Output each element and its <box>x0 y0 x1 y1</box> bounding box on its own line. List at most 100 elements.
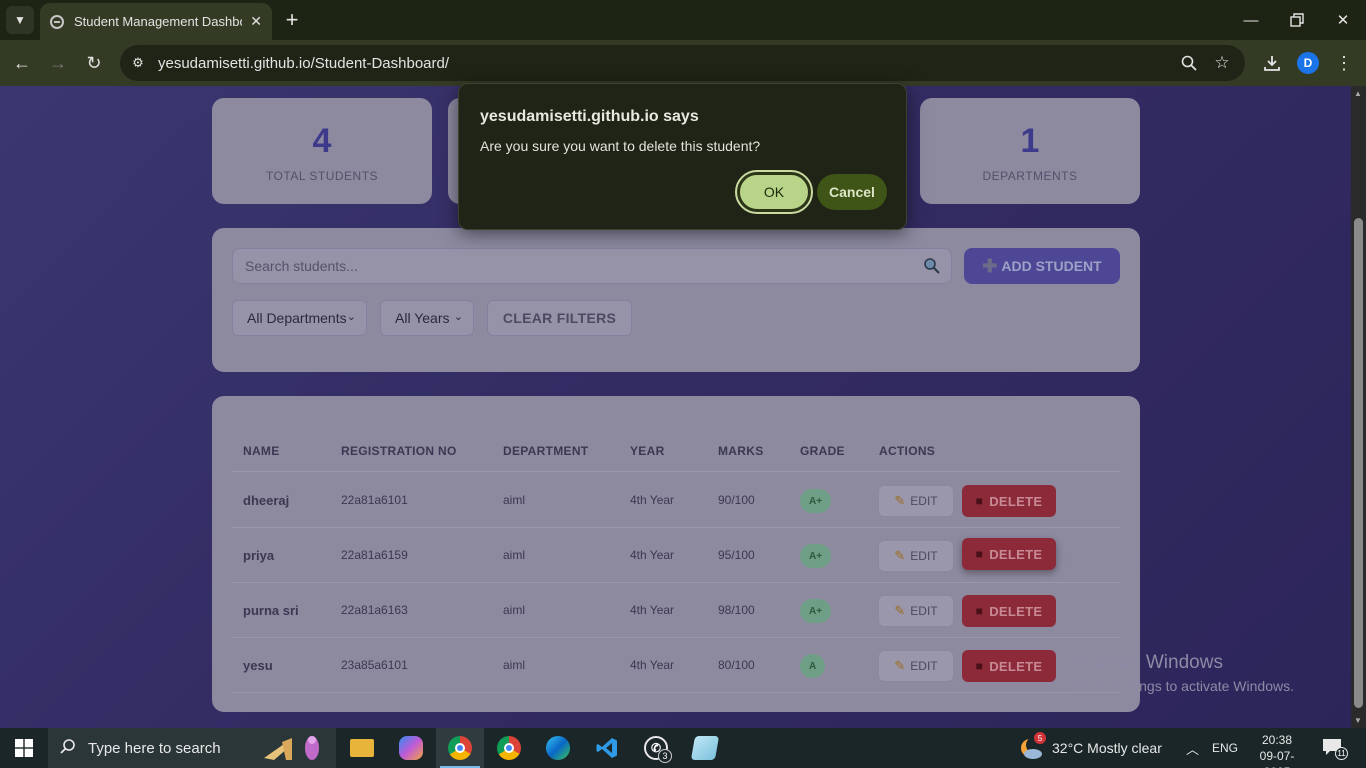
delete-button[interactable]: ■ DELETE <box>962 538 1056 570</box>
search-input[interactable] <box>245 249 905 283</box>
student-name: priya <box>243 548 275 563</box>
marks: 95/100 <box>718 548 755 562</box>
delete-button[interactable]: ■ DELETE <box>962 650 1056 682</box>
column-header: REGISTRATION NO <box>341 444 457 458</box>
year-select[interactable]: All Years ⌄ <box>380 300 474 336</box>
taskbar-vscode[interactable] <box>583 728 631 768</box>
edit-button[interactable]: ✎ EDIT <box>878 485 954 517</box>
delete-button[interactable]: ■ DELETE <box>962 485 1056 517</box>
stat-label: TOTAL STUDENTS <box>265 169 379 183</box>
taskbar-notepad[interactable] <box>681 728 729 768</box>
minimize-button[interactable]: — <box>1236 6 1266 34</box>
department-select[interactable]: All Departments ⌄ <box>232 300 367 336</box>
notification-center[interactable]: 11 <box>1322 738 1348 760</box>
pencil-icon: ✎ <box>894 493 906 508</box>
scroll-up-icon[interactable]: ▲ <box>1354 89 1362 98</box>
taskbar-search-placeholder: Type here to search <box>88 739 221 757</box>
delete-label: DELETE <box>989 546 1043 562</box>
address-bar[interactable]: ⚙ yesudamisetti.github.io/Student-Dashbo… <box>120 45 1245 81</box>
search-highlight-icon <box>264 736 319 760</box>
registration-no: 22a81a6163 <box>341 603 408 617</box>
taskbar-search[interactable]: Type here to search <box>48 728 336 768</box>
close-window-button[interactable]: ✕ <box>1328 6 1358 34</box>
tab-search-button[interactable]: ▼ <box>6 6 34 34</box>
pencil-icon: ✎ <box>894 548 906 563</box>
weather-badge: 5 <box>1034 732 1046 744</box>
restore-icon <box>1290 13 1304 27</box>
scroll-down-icon[interactable]: ▼ <box>1354 716 1362 725</box>
students-table-card: NAME REGISTRATION NO DEPARTMENT YEAR MAR… <box>212 396 1140 712</box>
zoom-icon[interactable] <box>1178 52 1200 74</box>
watermark-subtitle: Go to Settings to activate Windows. <box>1073 678 1294 694</box>
back-button[interactable]: ← <box>7 48 37 78</box>
chrome-icon <box>448 736 472 760</box>
year: 4th Year <box>630 548 675 562</box>
taskbar-copilot[interactable] <box>387 728 435 768</box>
taskbar-chrome-active[interactable] <box>436 728 484 768</box>
taskbar-chrome-profile[interactable] <box>485 728 533 768</box>
close-icon: ✕ <box>1336 12 1350 29</box>
ok-button[interactable]: OK <box>735 170 813 214</box>
cancel-button[interactable]: Cancel <box>817 174 887 210</box>
column-header: DEPARTMENT <box>503 444 589 458</box>
table-header: NAME REGISTRATION NO DEPARTMENT YEAR MAR… <box>232 444 1120 472</box>
grade-badge: A+ <box>800 599 832 623</box>
minimize-icon: — <box>1243 11 1259 29</box>
student-name: dheeraj <box>243 493 290 508</box>
windows-taskbar: Type here to search ✆ 3 5 32°C Mostly cl… <box>0 728 1366 768</box>
restore-button[interactable] <box>1282 6 1312 34</box>
star-icon[interactable]: ☆ <box>1211 52 1233 74</box>
clear-filters-button[interactable]: CLEAR FILTERS <box>487 300 632 336</box>
column-header: YEAR <box>630 444 665 458</box>
edit-button[interactable]: ✎ EDIT <box>878 650 954 682</box>
tab-title: Student Management Dashboard <box>74 14 242 29</box>
site-settings-icon[interactable]: ⚙ <box>126 51 150 75</box>
scrollbar-thumb[interactable] <box>1354 218 1363 708</box>
browser-toolbar: ← → ↻ ⚙ yesudamisetti.github.io/Student-… <box>0 40 1366 86</box>
taskbar-whatsapp[interactable]: ✆ 3 <box>632 728 680 768</box>
chevron-up-icon[interactable]: ︿ <box>1186 739 1199 758</box>
clock[interactable]: 20:38 09-07-2025 <box>1250 732 1304 768</box>
taskbar-file-explorer[interactable] <box>338 728 386 768</box>
language-indicator[interactable]: ENG <box>1212 741 1238 755</box>
column-header: ACTIONS <box>879 444 936 458</box>
add-student-label: ADD STUDENT <box>1001 258 1102 274</box>
add-student-button[interactable]: ✚ ADD STUDENT <box>964 248 1120 284</box>
copilot-icon <box>399 736 423 760</box>
student-name: yesu <box>243 658 273 673</box>
year: 4th Year <box>630 493 675 507</box>
filters-panel: ✚ ADD STUDENT All Departments ⌄ All Year… <box>212 228 1140 372</box>
download-icon[interactable] <box>1259 50 1285 76</box>
arrow-right-icon: → <box>49 52 67 73</box>
grade-badge: A+ <box>800 489 832 513</box>
reload-button[interactable]: ↻ <box>79 48 109 78</box>
edit-label: EDIT <box>910 659 938 673</box>
tab-strip: ▼ Student Management Dashboard ✕ + — ✕ <box>0 0 1366 40</box>
edit-button[interactable]: ✎ EDIT <box>878 540 954 572</box>
page-scrollbar[interactable]: ▲ ▼ <box>1351 86 1366 728</box>
taskbar-edge[interactable] <box>534 728 582 768</box>
confirm-dialog: yesudamisetti.github.io says Are you sur… <box>458 83 907 230</box>
edit-button[interactable]: ✎ EDIT <box>878 595 954 627</box>
whatsapp-badge: 3 <box>658 749 672 763</box>
department: aiml <box>503 658 526 672</box>
start-button[interactable] <box>0 728 48 768</box>
url-text[interactable]: yesudamisetti.github.io/Student-Dashboar… <box>158 55 449 72</box>
chevron-down-icon: ⌄ <box>453 311 463 323</box>
forward-button[interactable]: → <box>43 48 73 78</box>
weather-widget[interactable]: 5 32°C Mostly clear <box>1018 728 1162 768</box>
new-tab-button[interactable]: + <box>280 6 304 34</box>
stat-card-departments: 1 DEPARTMENTS <box>920 98 1140 204</box>
delete-button[interactable]: ■ DELETE <box>962 595 1056 627</box>
year-select-value: All Years <box>395 310 450 326</box>
profile-avatar[interactable]: D <box>1297 52 1319 74</box>
close-icon[interactable]: ✕ <box>250 13 262 30</box>
column-header: GRADE <box>800 444 845 458</box>
menu-kebab-icon[interactable]: ⋮ <box>1331 50 1357 76</box>
active-tab[interactable]: Student Management Dashboard ✕ <box>40 3 272 40</box>
edge-icon <box>546 736 570 760</box>
search-box[interactable] <box>232 248 952 284</box>
stat-label: DEPARTMENTS <box>982 169 1078 183</box>
column-header: NAME <box>243 444 280 458</box>
table-row: priya 22a81a6159 aiml 4th Year 95/100 A+… <box>232 528 1120 583</box>
